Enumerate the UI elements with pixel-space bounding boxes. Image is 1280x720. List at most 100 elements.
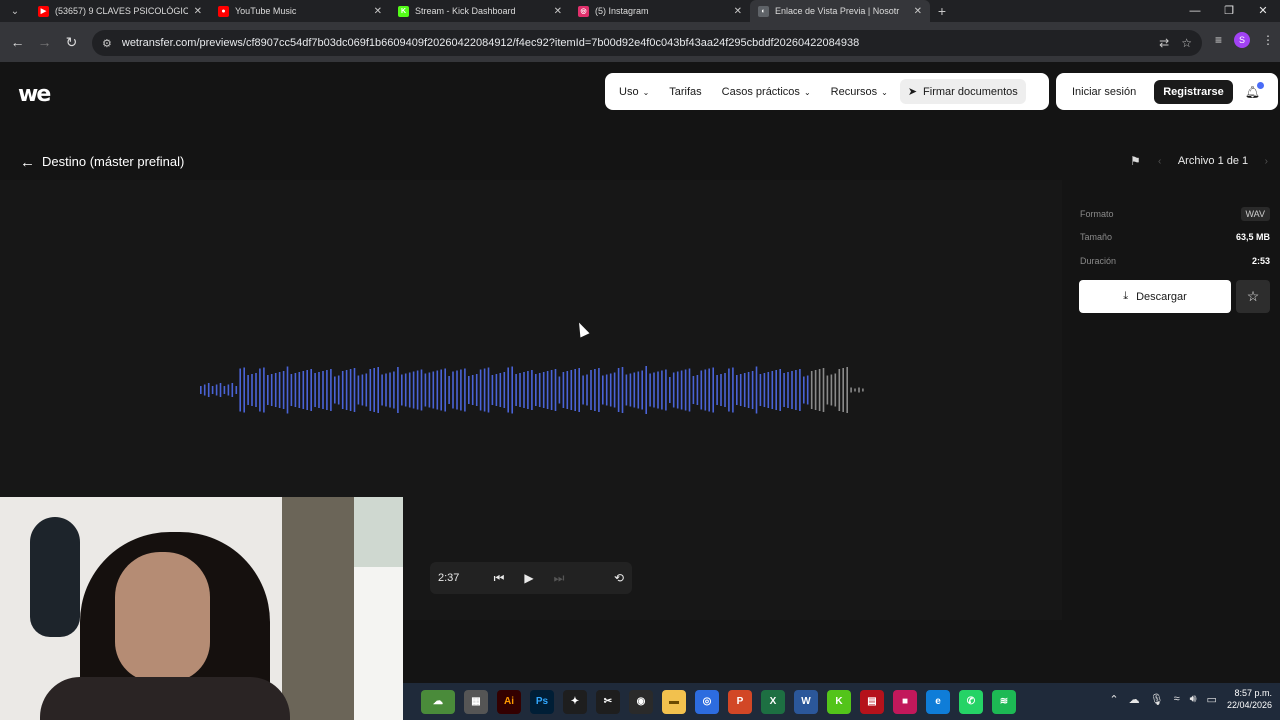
prev-file-icon[interactable]: ‹: [1158, 156, 1161, 167]
waveform-bar: [586, 374, 588, 406]
close-tab-icon[interactable]: ✕: [194, 6, 202, 17]
tab-search-icon[interactable]: ⌄: [0, 0, 30, 22]
edge-icon[interactable]: e: [926, 689, 950, 714]
play-icon[interactable]: ▶: [514, 571, 544, 585]
favorite-star-button[interactable]: ☆: [1236, 280, 1270, 313]
minimize-icon[interactable]: —: [1178, 0, 1212, 22]
close-window-icon[interactable]: ✕: [1246, 0, 1280, 22]
browser-tab[interactable]: ▶ (53657) 9 CLAVES PSICOLÓGIC ✕: [30, 0, 210, 22]
close-tab-icon[interactable]: ✕: [554, 6, 562, 17]
browser-tab[interactable]: ● YouTube Music ✕: [210, 0, 390, 22]
adobe-app-icon[interactable]: ▤: [860, 689, 884, 714]
back-arrow-icon[interactable]: ←: [20, 154, 35, 171]
url-text[interactable]: wetransfer.com/previews/cf8907cc54df7b03…: [122, 37, 1159, 49]
spotify-icon[interactable]: ≋: [992, 689, 1016, 714]
forward-nav-icon[interactable]: →: [31, 34, 58, 50]
system-clock[interactable]: 8:57 p.m. 22/04/2026: [1227, 687, 1272, 711]
nav-tarifas[interactable]: Tarifas: [661, 80, 709, 104]
login-button[interactable]: Iniciar sesión: [1062, 80, 1146, 104]
translate-icon[interactable]: ⇄: [1159, 36, 1169, 50]
audio-waveform[interactable]: [195, 350, 865, 430]
download-button[interactable]: ⤓ Descargar: [1079, 280, 1231, 313]
profile-avatar[interactable]: S: [1234, 32, 1250, 48]
tray-expand-icon[interactable]: ⌃: [1109, 693, 1118, 706]
volume-icon[interactable]: 🔊︎: [1190, 693, 1197, 706]
report-flag-icon[interactable]: ⚑: [1130, 154, 1141, 168]
waveform-bar: [531, 370, 533, 410]
weather-widget-icon[interactable]: ☁: [421, 689, 455, 714]
browser-tab[interactable]: ◎ (5) Instagram ✕: [570, 0, 750, 22]
waveform-bar: [200, 386, 202, 394]
waveform-bar: [637, 371, 640, 409]
register-button[interactable]: Registrarse: [1154, 79, 1233, 104]
loop-icon[interactable]: ⟲: [614, 571, 624, 585]
pinned-app-icon[interactable]: ■: [893, 689, 917, 714]
notifications-bell-icon[interactable]: 🔔︎: [1245, 81, 1264, 99]
waveform-bar: [558, 376, 561, 404]
close-tab-icon[interactable]: ✕: [914, 6, 922, 17]
site-info-icon[interactable]: ⚙: [102, 37, 112, 50]
waveform-bar: [633, 372, 636, 408]
address-bar[interactable]: ⚙ wetransfer.com/previews/cf8907cc54df7b…: [92, 30, 1202, 56]
waveform-bar: [239, 368, 241, 412]
whatsapp-icon[interactable]: ✆: [959, 689, 983, 714]
close-tab-icon[interactable]: ✕: [374, 6, 382, 17]
browser-toolbar: ← → ↻ ⚙ wetransfer.com/previews/cf8907cc…: [0, 22, 1280, 62]
nav-recursos[interactable]: Recursos ⌄: [823, 80, 896, 104]
waveform-bar: [456, 370, 458, 410]
nav-uso[interactable]: Uso ⌄: [611, 80, 657, 104]
restore-icon[interactable]: ❐: [1212, 0, 1246, 22]
photoshop-icon[interactable]: Ps: [530, 689, 554, 714]
reading-list-icon[interactable]: ≡: [1215, 33, 1222, 47]
waveform-bar: [326, 370, 328, 410]
battery-icon[interactable]: ▭: [1207, 693, 1217, 706]
waveform-bar: [464, 368, 466, 412]
file-explorer-icon[interactable]: ▬: [662, 689, 686, 714]
reload-icon[interactable]: ↻: [58, 34, 85, 51]
waveform-bar: [424, 373, 427, 407]
illustrator-icon[interactable]: Ai: [497, 689, 521, 714]
waveform-bar: [818, 369, 821, 411]
tab-label: Stream - Kick Dashboard: [415, 6, 516, 16]
powerpoint-icon[interactable]: P: [728, 689, 752, 714]
waveform-bar: [787, 372, 789, 408]
nav-casos[interactable]: Casos prácticos ⌄: [714, 80, 819, 104]
wifi-icon[interactable]: ≈: [1174, 693, 1180, 705]
obs-icon[interactable]: ◉: [629, 689, 653, 714]
skip-back-icon[interactable]: ⏮: [484, 571, 514, 586]
browser-tab[interactable]: ◐ Enlace de Vista Previa | Nosotr ✕: [750, 0, 930, 22]
skip-forward-icon[interactable]: ⏭: [544, 571, 574, 586]
chevron-down-icon: ⌄: [803, 87, 811, 97]
next-file-icon[interactable]: ›: [1265, 156, 1268, 167]
cloud-icon[interactable]: ☁: [1129, 693, 1140, 706]
bookmark-star-icon[interactable]: ☆: [1181, 36, 1192, 50]
webcam-door: [282, 497, 354, 720]
duration-row: Duración 2:53: [1080, 249, 1270, 273]
capcut-icon[interactable]: ✂: [596, 689, 620, 714]
close-tab-icon[interactable]: ✕: [734, 6, 742, 17]
excel-icon[interactable]: X: [761, 689, 785, 714]
waveform-bar: [767, 372, 770, 408]
kick-app-icon[interactable]: K: [827, 689, 851, 714]
waveform-bar: [700, 370, 703, 410]
waveform-bar: [404, 373, 407, 407]
figma-icon[interactable]: ✦: [563, 689, 587, 714]
waveform-bar: [609, 373, 612, 407]
youtube-music-icon: ●: [218, 5, 229, 17]
nav-firmar-documentos[interactable]: ➤ Firmar documentos: [899, 79, 1026, 104]
browser-tab[interactable]: K Stream - Kick Dashboard ✕: [390, 0, 570, 22]
waveform-bar: [550, 370, 553, 410]
waveform-bar: [227, 384, 230, 396]
chrome-icon[interactable]: ◎: [695, 689, 719, 714]
wetransfer-logo[interactable]: we: [18, 82, 51, 107]
menu-dots-icon[interactable]: ⋮: [1262, 33, 1274, 47]
word-icon[interactable]: W: [794, 689, 818, 714]
waveform-bar: [684, 369, 687, 411]
new-tab-button[interactable]: +: [930, 3, 954, 19]
waveform-bar: [771, 371, 774, 409]
file-manager-icon[interactable]: ▦: [464, 689, 488, 714]
microphone-icon[interactable]: 🎙︎: [1150, 693, 1164, 706]
back-nav-icon[interactable]: ←: [4, 34, 31, 50]
waveform-bar: [574, 369, 576, 411]
clock-time: 8:57 p.m.: [1234, 688, 1272, 698]
